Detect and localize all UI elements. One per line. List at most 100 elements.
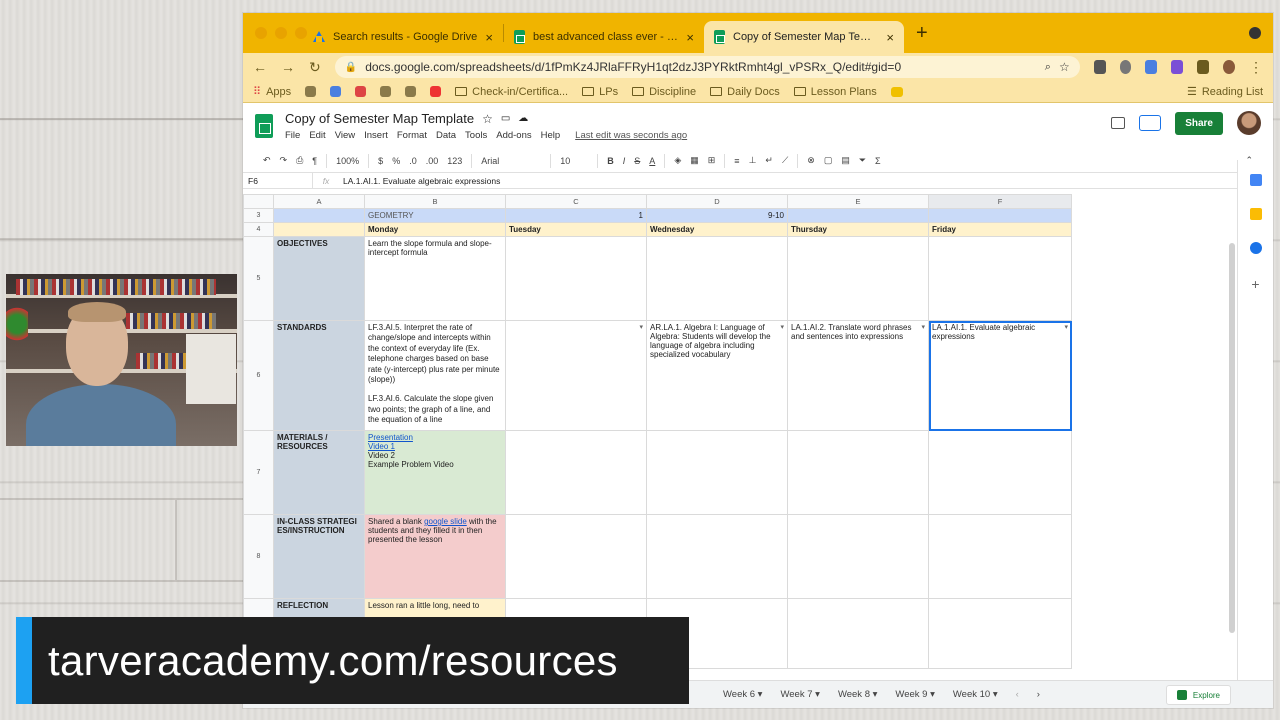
fill-color-icon[interactable]: ◈ <box>674 155 681 166</box>
percent-button[interactable]: % <box>392 156 400 166</box>
horizontal-align-icon[interactable]: ≡ <box>734 156 739 166</box>
youtube-icon[interactable] <box>430 86 442 97</box>
dropdown-arrow-icon[interactable]: ▾ <box>1064 323 1068 331</box>
merge-cells-icon[interactable]: ⊞ <box>708 155 716 166</box>
cell[interactable] <box>505 430 647 515</box>
cell-tuesday[interactable]: Tuesday <box>505 222 647 237</box>
cell[interactable] <box>787 208 929 223</box>
column-header-e[interactable]: E <box>787 194 929 209</box>
bookmark-icon[interactable] <box>330 86 342 97</box>
bookmark-icon[interactable] <box>380 86 392 97</box>
cell-materials-label[interactable]: MATERIALS / RESOURCES <box>273 430 365 515</box>
cell[interactable] <box>646 236 788 321</box>
functions-button[interactable]: Σ <box>875 156 881 166</box>
corner-cell[interactable] <box>243 194 274 209</box>
decrease-decimal-button[interactable]: .0 <box>409 156 417 166</box>
menu-addons[interactable]: Add-ons <box>496 130 531 141</box>
cell[interactable] <box>505 514 647 599</box>
bold-button[interactable]: B <box>607 156 614 166</box>
explore-button[interactable]: Explore <box>1165 685 1231 705</box>
calendar-icon[interactable] <box>1249 174 1262 186</box>
close-window-button[interactable] <box>255 27 267 39</box>
insert-comment-icon[interactable]: ▢ <box>824 155 833 166</box>
column-header-a[interactable]: A <box>273 194 365 209</box>
cell-standards-label[interactable]: STANDARDS <box>273 320 365 431</box>
cell-geometry[interactable]: GEOMETRY <box>364 208 506 223</box>
cell-monday[interactable]: Monday <box>364 222 506 237</box>
move-folder-icon[interactable]: ▭ <box>501 113 510 124</box>
column-header-f[interactable]: F <box>928 194 1072 209</box>
add-addon-icon[interactable]: + <box>1251 276 1259 292</box>
row-number[interactable]: 8 <box>243 514 274 599</box>
cell[interactable]: ▾ <box>505 320 647 431</box>
font-select[interactable]: Arial <box>481 156 541 166</box>
bookmark-folder[interactable]: Daily Docs <box>710 86 780 98</box>
zoom-select[interactable]: 100% <box>336 156 359 166</box>
column-header-c[interactable]: C <box>505 194 647 209</box>
google-sheets-logo-icon[interactable] <box>255 114 273 138</box>
vertical-scrollbar[interactable] <box>1229 243 1235 633</box>
cell-thursday[interactable]: Thursday <box>787 222 929 237</box>
menu-tools[interactable]: Tools <box>465 130 487 141</box>
cell[interactable] <box>928 598 1072 669</box>
gmail-icon[interactable] <box>355 86 367 97</box>
bookmark-icon[interactable] <box>890 86 903 97</box>
bookmark-folder[interactable]: LPs <box>582 86 618 98</box>
comment-history-icon[interactable] <box>1111 117 1126 129</box>
cell[interactable] <box>787 514 929 599</box>
text-rotate-icon[interactable]: ⟋ <box>782 155 788 166</box>
cell[interactable] <box>928 236 1072 321</box>
sheet-tab-week-10[interactable]: Week 10 ▾ <box>953 689 998 700</box>
scroll-tabs-right-icon[interactable]: › <box>1037 689 1040 700</box>
browser-tab-class[interactable]: best advanced class ever - Go × <box>504 21 704 53</box>
puzzle-icon[interactable] <box>1197 60 1210 74</box>
currency-button[interactable]: $ <box>378 156 383 166</box>
column-header-b[interactable]: B <box>364 194 506 209</box>
dropdown-arrow-icon[interactable]: ▾ <box>780 323 784 331</box>
cell[interactable] <box>646 514 788 599</box>
zoom-icon[interactable]: ⌕ <box>1045 61 1051 74</box>
name-box[interactable]: F6 <box>243 173 313 188</box>
url-field[interactable]: 🔒 docs.google.com/spreadsheets/d/1fPmKz4… <box>334 56 1080 78</box>
close-tab-icon[interactable]: × <box>485 30 493 45</box>
video-1-link[interactable]: Video 1 <box>368 442 502 451</box>
cell-standards-monday[interactable]: LF.3.AI.5. Interpret the rate of change/… <box>364 320 506 431</box>
profile-avatar-icon[interactable] <box>1223 60 1235 74</box>
sheet-tab-week-6[interactable]: Week 6 ▾ <box>723 689 762 700</box>
cell[interactable] <box>928 430 1072 515</box>
bookmark-folder[interactable]: Check-in/Certifica... <box>455 86 568 98</box>
cell-strategies-label[interactable]: IN-CLASS STRATEGIES/INSTRUCTION <box>273 514 365 599</box>
row-number[interactable]: 4 <box>243 222 274 237</box>
share-button[interactable]: Share <box>1175 111 1223 135</box>
strikethrough-button[interactable]: S <box>634 156 640 166</box>
avatar[interactable] <box>1237 111 1261 135</box>
vertical-align-icon[interactable]: ⊥ <box>749 155 757 166</box>
cell[interactable]: 1 <box>505 208 647 223</box>
dropdown-arrow-icon[interactable]: ▾ <box>921 323 925 331</box>
sheet-tab-week-7[interactable]: Week 7 ▾ <box>780 689 819 700</box>
presentation-link[interactable]: Presentation <box>368 433 502 442</box>
google-slide-link[interactable]: google slide <box>424 517 467 526</box>
sheet-tab-week-8[interactable]: Week 8 ▾ <box>838 689 877 700</box>
bookmark-apps[interactable]: ⠿ Apps <box>253 85 291 99</box>
cell[interactable] <box>273 222 365 237</box>
cell-friday[interactable]: Friday <box>928 222 1072 237</box>
cell-standards-wednesday[interactable]: ▾ AR.LA.1. Algebra I: Language of Algebra… <box>646 320 788 431</box>
borders-icon[interactable]: ▦ <box>690 155 699 166</box>
tab-search-icon[interactable] <box>1249 27 1261 39</box>
cell-wednesday[interactable]: Wednesday <box>646 222 788 237</box>
browser-tab-drive[interactable]: Search results - Google Drive × <box>303 21 503 53</box>
cell[interactable] <box>928 514 1072 599</box>
increase-decimal-button[interactable]: .00 <box>426 156 439 166</box>
extension-icon[interactable] <box>1145 60 1158 74</box>
menu-format[interactable]: Format <box>397 130 427 141</box>
cell[interactable] <box>928 208 1072 223</box>
row-number[interactable]: 3 <box>243 208 274 223</box>
cell[interactable] <box>273 208 365 223</box>
sheet-tab-week-9[interactable]: Week 9 ▾ <box>895 689 934 700</box>
cell-strategies-monday[interactable]: Shared a blank google slide with the stu… <box>364 514 506 599</box>
reading-list-button[interactable]: ☰ Reading List <box>1187 85 1263 99</box>
print-icon[interactable]: ⎙ <box>296 155 303 166</box>
undo-icon[interactable]: ↶ <box>263 155 271 166</box>
star-icon[interactable]: ☆ <box>482 112 493 126</box>
